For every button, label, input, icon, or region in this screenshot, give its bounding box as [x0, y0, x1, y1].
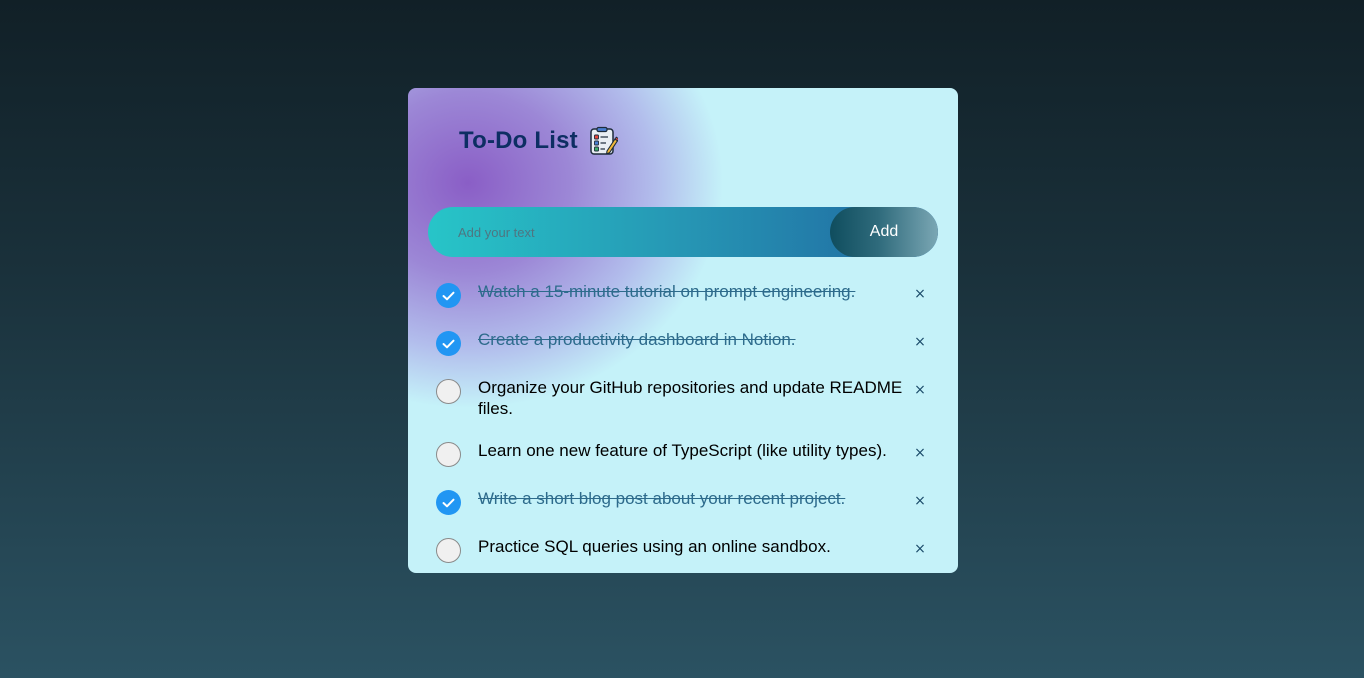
- task-text[interactable]: Practice SQL queries using an online san…: [478, 536, 933, 557]
- delete-icon[interactable]: ×: [912, 541, 928, 557]
- task-text[interactable]: Organize your GitHub repositories and up…: [478, 377, 933, 419]
- unchecked-circle-icon[interactable]: [436, 379, 461, 404]
- checked-circle-icon[interactable]: [436, 490, 461, 515]
- add-task-bar: Add: [428, 207, 938, 257]
- delete-icon[interactable]: ×: [912, 286, 928, 302]
- checklist-clipboard-icon: [588, 126, 620, 156]
- add-button[interactable]: Add: [830, 207, 938, 257]
- delete-icon[interactable]: ×: [912, 493, 928, 509]
- task-text[interactable]: Write a short blog post about your recen…: [478, 488, 933, 509]
- task-list: Watch a 15-minute tutorial on prompt eng…: [436, 281, 936, 584]
- unchecked-circle-icon[interactable]: [436, 538, 461, 563]
- checked-circle-icon[interactable]: [436, 283, 461, 308]
- task-input[interactable]: [428, 207, 830, 257]
- task-text[interactable]: Watch a 15-minute tutorial on prompt eng…: [478, 281, 933, 302]
- task-item[interactable]: Practice SQL queries using an online san…: [436, 536, 936, 563]
- task-item[interactable]: Create a productivity dashboard in Notio…: [436, 329, 936, 356]
- delete-icon[interactable]: ×: [912, 334, 928, 350]
- task-item[interactable]: Write a short blog post about your recen…: [436, 488, 936, 515]
- task-item[interactable]: Organize your GitHub repositories and up…: [436, 377, 936, 419]
- checked-circle-icon[interactable]: [436, 331, 461, 356]
- task-text[interactable]: Learn one new feature of TypeScript (lik…: [478, 440, 933, 461]
- task-item[interactable]: Watch a 15-minute tutorial on prompt eng…: [436, 281, 936, 308]
- unchecked-circle-icon[interactable]: [436, 442, 461, 467]
- task-item[interactable]: Learn one new feature of TypeScript (lik…: [436, 440, 936, 467]
- delete-icon[interactable]: ×: [912, 445, 928, 461]
- todo-card: To-Do List Add Watch a 15-minute tutoria…: [408, 88, 958, 573]
- app-title: To-Do List: [459, 127, 578, 154]
- delete-icon[interactable]: ×: [912, 382, 928, 398]
- header: To-Do List: [459, 126, 620, 156]
- task-text[interactable]: Create a productivity dashboard in Notio…: [478, 329, 933, 350]
